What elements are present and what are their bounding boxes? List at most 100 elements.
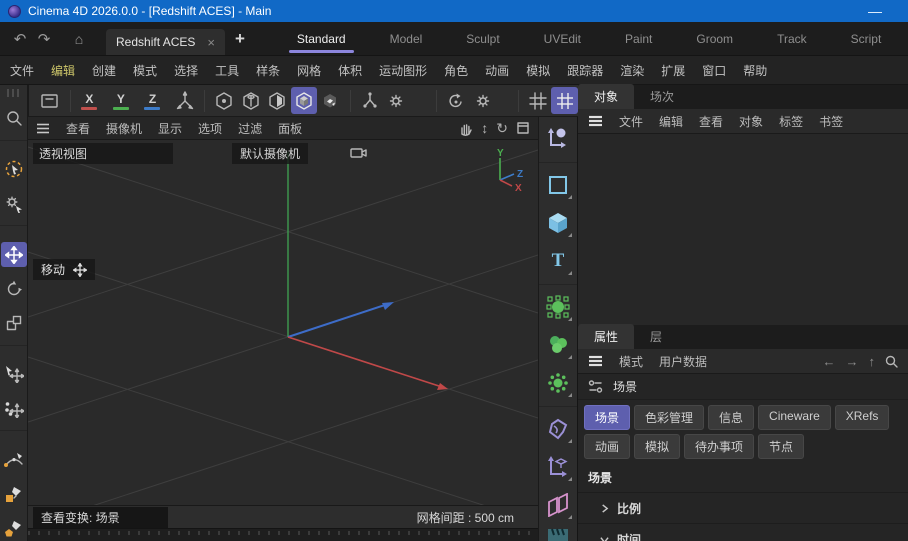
home-icon[interactable]: ⌂	[66, 31, 92, 47]
camera-icon[interactable]	[350, 146, 368, 160]
section-scale[interactable]: 比例	[578, 493, 908, 524]
selected-object-row[interactable]: 场景	[578, 374, 908, 400]
pen-polygon-icon[interactable]	[1, 516, 27, 541]
axis-gizmo-icon[interactable]	[171, 87, 198, 114]
broken-cube-icon[interactable]	[317, 87, 344, 114]
redo-icon[interactable]: ↷	[32, 30, 56, 48]
section-time[interactable]: 时间	[578, 524, 908, 541]
menu-edit[interactable]: 编辑	[51, 62, 75, 79]
view-label[interactable]: 透视视图	[33, 143, 173, 164]
spline-pen-icon[interactable]	[1, 447, 27, 472]
menu-file[interactable]: 文件	[10, 62, 34, 79]
grid-snap-icon[interactable]	[525, 87, 552, 114]
layout-tab-standard[interactable]: Standard	[275, 22, 368, 55]
mograph-cloner-icon[interactable]	[542, 367, 574, 399]
layout-tab-groom[interactable]: Groom	[674, 22, 755, 55]
menu-simulate[interactable]: 模拟	[526, 62, 550, 79]
dolly-icon[interactable]: ↕	[481, 120, 488, 136]
menu-mesh[interactable]: 网格	[297, 62, 321, 79]
viewport-menu-panel[interactable]: 面板	[278, 120, 302, 137]
symmetry-icon[interactable]	[542, 489, 574, 521]
menu-mode[interactable]: 模式	[133, 62, 157, 79]
coord-world-icon[interactable]	[211, 87, 238, 114]
document-tab[interactable]: Redshift ACES ×	[106, 29, 225, 55]
live-selection-icon[interactable]	[1, 157, 27, 182]
orbit-icon[interactable]: ↻	[496, 120, 508, 137]
text-object-icon[interactable]: T	[542, 245, 574, 277]
nav-back-icon[interactable]: ←	[823, 354, 836, 369]
layout-tab-script[interactable]: Script	[829, 22, 904, 55]
menu-tracker[interactable]: 跟踪器	[567, 62, 603, 79]
minimize-button[interactable]: —	[868, 6, 882, 16]
undo-icon[interactable]: ↶	[8, 30, 32, 48]
modeling-axis-settings-icon[interactable]	[383, 87, 410, 114]
rotate-tool-icon[interactable]	[1, 276, 27, 301]
om-menu-edit[interactable]: 编辑	[659, 113, 683, 130]
modeling-axis-icon[interactable]	[357, 87, 384, 114]
timeline-ruler-strip[interactable]	[28, 528, 538, 541]
viewport-menu-camera[interactable]: 摄像机	[106, 120, 142, 137]
am-hamburger-icon[interactable]	[588, 355, 603, 367]
reset-rotation-icon[interactable]	[443, 87, 470, 114]
viewport-menu-filter[interactable]: 过滤	[238, 120, 262, 137]
menu-window[interactable]: 窗口	[702, 62, 726, 79]
om-menu-bookmarks[interactable]: 书签	[819, 113, 843, 130]
am-menu-userdata[interactable]: 用户数据	[659, 353, 707, 370]
menu-spline[interactable]: 样条	[256, 62, 280, 79]
volume-builder-icon[interactable]	[542, 329, 574, 361]
attr-tab-nodes[interactable]: 节点	[758, 434, 804, 459]
om-menu-view[interactable]: 查看	[699, 113, 723, 130]
select-move-tool-icon[interactable]	[1, 362, 27, 387]
menu-extensions[interactable]: 扩展	[661, 62, 685, 79]
om-hamburger-icon[interactable]	[588, 115, 603, 127]
layout-tab-sculpt[interactable]: Sculpt	[444, 22, 521, 55]
viewport-canvas[interactable]: 透视视图 默认摄像机 Y Z X 移动	[28, 140, 538, 505]
nav-up-icon[interactable]: ↑	[869, 354, 876, 369]
menu-render[interactable]: 渲染	[620, 62, 644, 79]
layout-tab-model[interactable]: Model	[368, 22, 445, 55]
tab-attributes[interactable]: 属性	[578, 324, 634, 349]
om-menu-objects[interactable]: 对象	[739, 113, 763, 130]
scale-tool-icon[interactable]	[1, 311, 27, 336]
lock-z-axis-button[interactable]: Z	[140, 88, 166, 114]
attr-tab-todo[interactable]: 待办事项	[684, 434, 754, 459]
coord-object-icon[interactable]	[291, 87, 318, 114]
spline-rectangle-icon[interactable]	[542, 169, 574, 201]
attr-tab-cineware[interactable]: Cineware	[758, 405, 831, 430]
om-menu-tags[interactable]: 标签	[779, 113, 803, 130]
menu-help[interactable]: 帮助	[743, 62, 767, 79]
viewport-menu-options[interactable]: 选项	[198, 120, 222, 137]
toolbar-grip[interactable]	[7, 89, 21, 97]
lock-x-axis-button[interactable]: X	[77, 88, 103, 114]
stage-object-icon[interactable]	[542, 527, 574, 541]
tool-settings-icon[interactable]	[1, 191, 27, 216]
generator-icon[interactable]	[542, 291, 574, 323]
layout-tab-track[interactable]: Track	[755, 22, 829, 55]
attr-tab-color-management[interactable]: 色彩管理	[634, 405, 704, 430]
viewport-hamburger-icon[interactable]	[36, 123, 50, 134]
attr-tab-animation[interactable]: 动画	[584, 434, 630, 459]
attr-tab-simulation[interactable]: 模拟	[634, 434, 680, 459]
coord-half-icon[interactable]	[264, 87, 291, 114]
am-menu-mode[interactable]: 模式	[619, 353, 643, 370]
menu-mograph[interactable]: 运动图形	[379, 62, 427, 79]
close-icon[interactable]: ×	[207, 35, 215, 50]
cube-primitive-icon[interactable]	[542, 207, 574, 239]
menu-volume[interactable]: 体积	[338, 62, 362, 79]
maximize-view-icon[interactable]	[516, 121, 530, 135]
workplane-icon[interactable]	[37, 87, 64, 114]
attr-tab-info[interactable]: 信息	[708, 405, 754, 430]
layout-tab-uvedit[interactable]: UVEdit	[522, 22, 603, 55]
tab-objects[interactable]: 对象	[578, 84, 634, 109]
coord-cylinder-icon[interactable]	[237, 87, 264, 114]
add-tab-button[interactable]: +	[235, 29, 245, 49]
nav-forward-icon[interactable]: →	[846, 354, 859, 369]
attr-tab-scene[interactable]: 场景	[584, 405, 630, 430]
track-path-icon[interactable]	[542, 123, 574, 155]
pan-hand-icon[interactable]	[458, 121, 473, 136]
menu-create[interactable]: 创建	[92, 62, 116, 79]
om-menu-file[interactable]: 文件	[619, 113, 643, 130]
tab-takes[interactable]: 场次	[634, 84, 690, 109]
camera-label-box[interactable]: 默认摄像机	[232, 143, 308, 164]
points-move-tool-icon[interactable]	[1, 396, 27, 421]
